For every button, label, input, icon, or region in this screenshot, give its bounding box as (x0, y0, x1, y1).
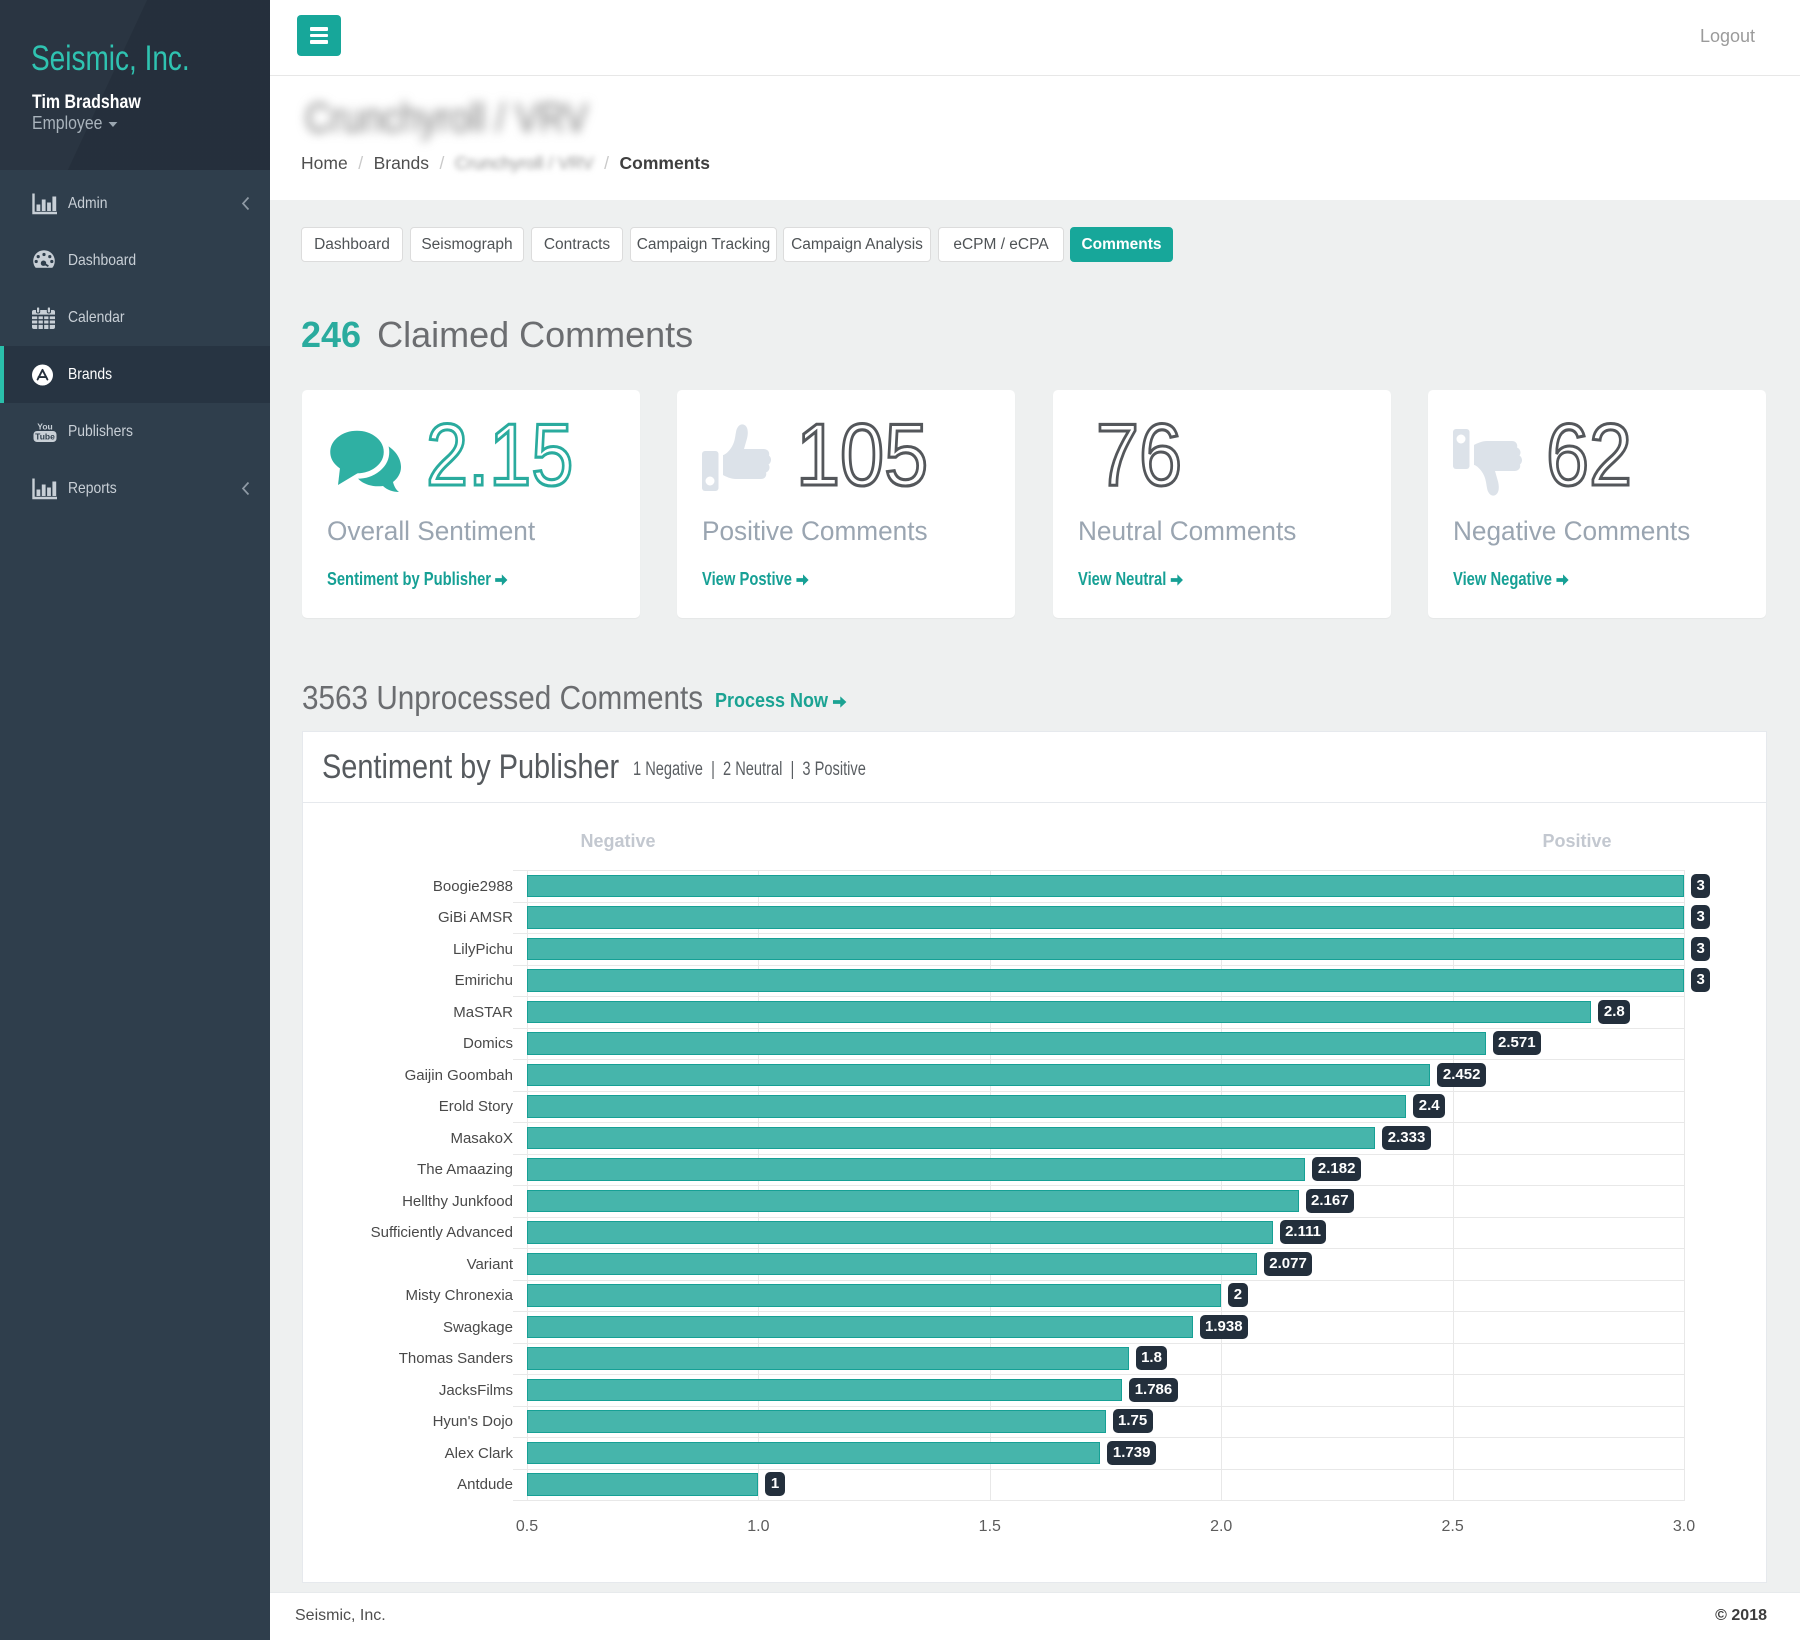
svg-text:You: You (37, 421, 52, 431)
svg-text:62: 62 (1546, 412, 1632, 504)
svg-text:2.15: 2.15 (426, 412, 573, 504)
svg-text:Tube: Tube (35, 431, 55, 441)
svg-text:76: 76 (1096, 412, 1182, 504)
svg-text:105: 105 (796, 412, 928, 504)
